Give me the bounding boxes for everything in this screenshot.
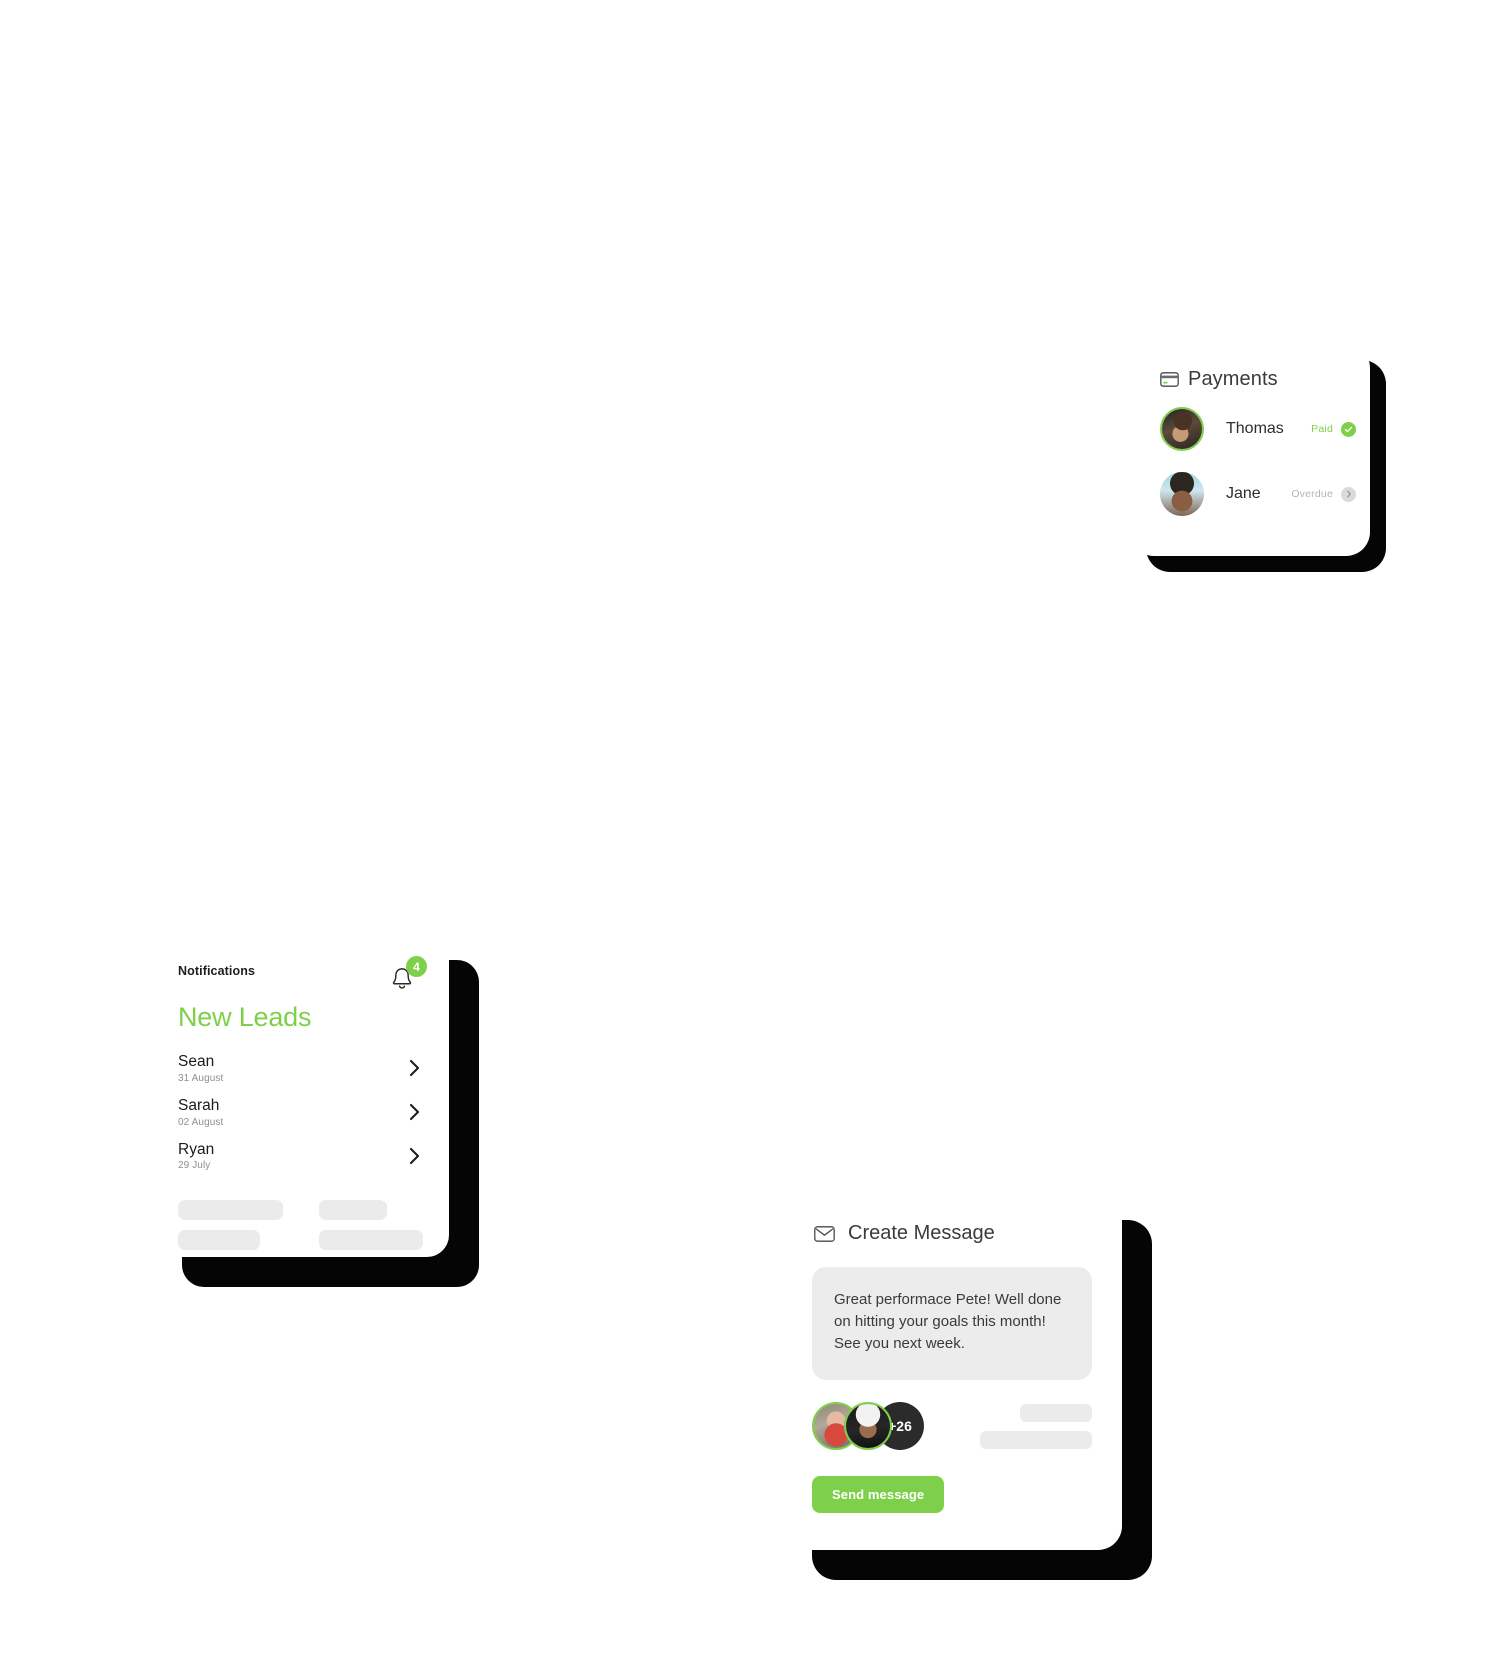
chevron-right-circle-icon[interactable]	[1341, 486, 1356, 502]
payments-title: Payments	[1188, 368, 1278, 390]
lead-date: 29 July	[178, 1160, 211, 1172]
chevron-right-icon[interactable]	[408, 1146, 423, 1166]
list-item[interactable]: Sarah 02 August	[178, 1091, 423, 1135]
notification-bell[interactable]: 4	[387, 956, 427, 994]
jane-avatar	[1160, 472, 1204, 516]
lead-name: Sean	[178, 1053, 215, 1070]
skeleton-bar	[318, 1200, 388, 1221]
lead-name: Sarah	[178, 1096, 220, 1114]
envelope-icon	[814, 1225, 835, 1242]
payment-name: Thomas	[1226, 420, 1284, 437]
create-message-title: Create Message	[848, 1222, 995, 1244]
create-message-header: Create Message	[782, 1190, 1122, 1245]
notification-badge-count: 4	[406, 956, 427, 977]
payments-card: Payments Thomas Paid Jane Overdue	[1130, 344, 1370, 556]
chevron-right-icon[interactable]	[408, 1102, 423, 1122]
skeleton-bar	[178, 1200, 283, 1221]
skeleton-bar	[318, 1230, 423, 1251]
credit-card-icon	[1160, 372, 1179, 387]
skeleton-bar	[980, 1430, 1092, 1449]
payment-name: Jane	[1226, 485, 1261, 502]
lead-date: 31 August	[178, 1072, 224, 1084]
list-item[interactable]: Ryan 29 July	[178, 1135, 423, 1179]
skeleton-bar	[178, 1230, 260, 1251]
notifications-title: New Leads	[178, 1002, 312, 1032]
notifications-header: Notifications 4	[152, 930, 449, 994]
man-cap-avatar	[844, 1402, 892, 1451]
chevron-right-icon[interactable]	[408, 1058, 423, 1078]
payment-row[interactable]: Thomas Paid	[1130, 407, 1370, 451]
skeleton-placeholders	[152, 1178, 449, 1251]
recipient-avatar-stack[interactable]: +26	[812, 1402, 924, 1451]
recipients-row: +26	[812, 1402, 1092, 1451]
list-item[interactable]: Sean 31 August	[178, 1047, 423, 1091]
lead-list: Sean 31 August Sarah 02 August Ryan 29 J…	[152, 1033, 449, 1178]
payments-header: Payments	[1130, 344, 1370, 391]
message-body-text[interactable]: Great performace Pete! Well done on hitt…	[812, 1267, 1092, 1381]
canvas: Payments Thomas Paid Jane Overdue Notifi…	[0, 0, 1501, 1668]
notifications-label: Notifications	[178, 964, 255, 978]
create-message-card: Create Message Great performace Pete! We…	[782, 1190, 1122, 1550]
payment-status: Paid	[1311, 423, 1333, 435]
thomas-avatar	[1160, 407, 1204, 451]
lead-name: Ryan	[178, 1140, 215, 1158]
skeleton-placeholders	[980, 1403, 1092, 1449]
check-circle-icon[interactable]	[1341, 421, 1356, 437]
send-message-button[interactable]: Send message	[812, 1476, 945, 1514]
skeleton-bar	[1020, 1403, 1092, 1422]
notifications-card: Notifications 4 New Leads Sean 31 August	[152, 930, 449, 1257]
payment-row[interactable]: Jane Overdue	[1130, 472, 1370, 516]
lead-date: 02 August	[178, 1116, 224, 1128]
payment-status: Overdue	[1291, 488, 1333, 500]
